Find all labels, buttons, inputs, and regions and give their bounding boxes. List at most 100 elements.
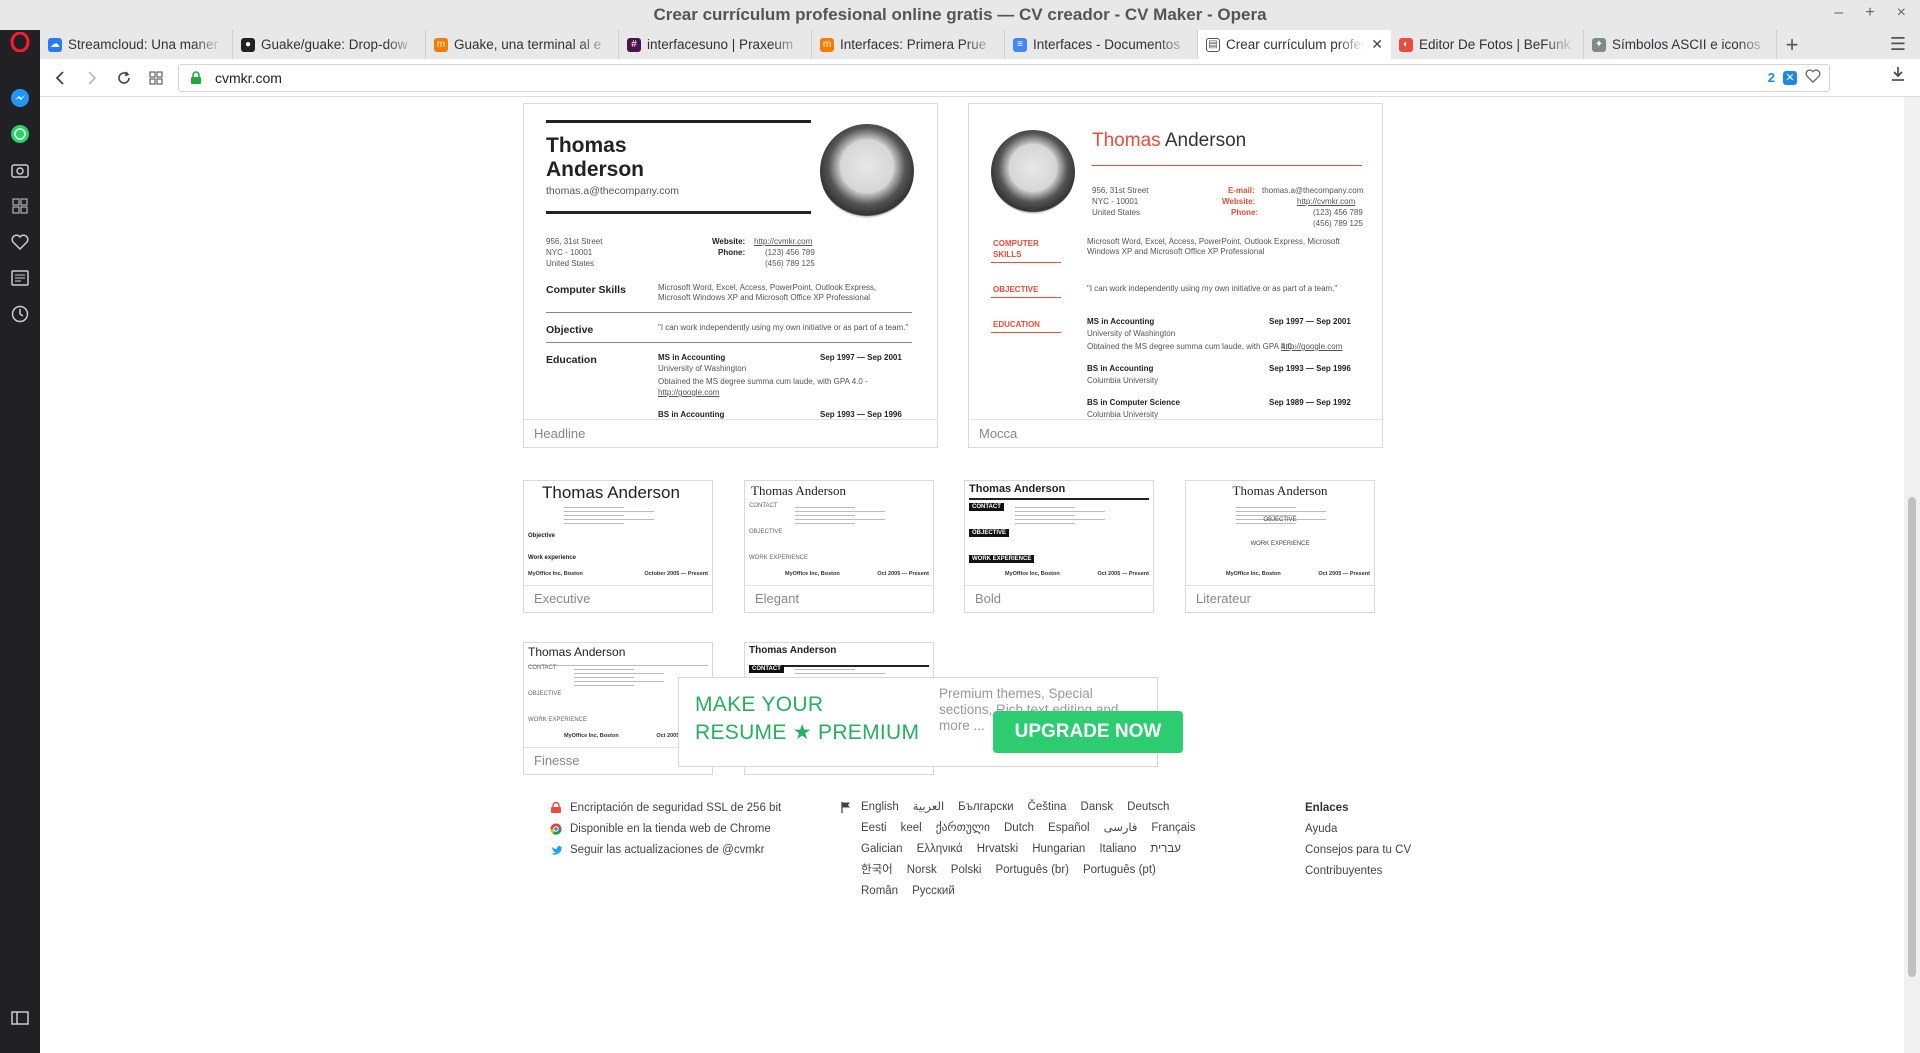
upgrade-now-button[interactable]: UPGRADE NOW xyxy=(993,711,1183,753)
heart-icon[interactable] xyxy=(8,230,32,254)
close-tab-icon[interactable]: ✕ xyxy=(1371,36,1383,53)
speed-dial-icon[interactable] xyxy=(8,194,32,218)
template-section-label: CONTACT xyxy=(749,665,784,673)
footer-link[interactable]: Contribuyentes xyxy=(1305,860,1411,881)
template-section-label: WORK EXPERIENCE xyxy=(749,555,809,561)
template-card-executive[interactable]: Thomas Anderson Objective Work experience M… xyxy=(523,480,713,613)
browser-tab[interactable]: ≡ Interfaces - Documentos xyxy=(1005,30,1198,59)
language-link[interactable]: keel xyxy=(901,818,922,839)
footer-info-item[interactable]: Seguir las actualizaciones de @cvmkr xyxy=(550,839,781,860)
language-link[interactable]: Hrvatski xyxy=(977,839,1019,860)
maximize-icon[interactable]: + xyxy=(1865,4,1874,22)
minimize-icon[interactable]: – xyxy=(1834,4,1843,22)
camera-icon[interactable] xyxy=(8,158,32,182)
browser-tab[interactable]: ☁ Streamcloud: Una maner xyxy=(40,30,233,59)
template-card-elegant[interactable]: Thomas Anderson CONTACT OBJECTIVE WORK EXPE… xyxy=(744,480,934,613)
tab-label: Editor De Fotos | BeFunk xyxy=(1419,37,1571,52)
opera-logo-icon[interactable] xyxy=(8,30,32,54)
template-preview: Thomas Anderson CONTACT OBJECTIVE WORK EXPE… xyxy=(965,481,1153,585)
page-scrollbar[interactable] xyxy=(1904,97,1920,1053)
language-link[interactable]: Deutsch xyxy=(1127,797,1169,818)
messenger-icon[interactable] xyxy=(8,86,32,110)
browser-tab[interactable]: m Guake, una terminal al e xyxy=(426,30,619,59)
language-link[interactable]: Polski xyxy=(951,860,982,881)
tab-menu-icon[interactable]: ☰ xyxy=(1890,34,1906,55)
template-work-date: Oct 2005 — Present xyxy=(1097,571,1149,577)
forward-icon[interactable] xyxy=(76,62,108,94)
footer-link[interactable]: Ayuda xyxy=(1305,818,1411,839)
template-section-label: OBJECTIVE xyxy=(528,691,562,697)
cv-degree-note: Obtained the MS degree summa cum laude, … xyxy=(1087,342,1297,351)
browser-tab[interactable]: ▤ Crear currículum profesi ✕ xyxy=(1198,30,1391,59)
news-icon[interactable] xyxy=(8,266,32,290)
language-link[interactable]: Eesti xyxy=(861,818,887,839)
language-link[interactable]: Galician xyxy=(861,839,903,860)
language-link[interactable]: العربية xyxy=(913,797,944,818)
language-link[interactable]: Português (pt) xyxy=(1083,860,1156,881)
language-link[interactable]: Português (br) xyxy=(995,860,1069,881)
cv-email: thomas.a@thecompany.com xyxy=(1262,186,1364,195)
language-link[interactable]: Hungarian xyxy=(1032,839,1085,860)
browser-tab[interactable]: ◐ Editor De Fotos | BeFunk xyxy=(1391,30,1584,59)
url-field[interactable]: cvmkr.com 2 ✕ xyxy=(178,64,1830,92)
sidebar-toggle-icon[interactable] xyxy=(8,1006,32,1030)
flag-icon xyxy=(841,802,851,816)
cv-email-label: E-mail: xyxy=(1228,186,1255,195)
template-name[interactable]: Executive xyxy=(534,591,590,606)
cv-school: University of Washington xyxy=(658,364,747,373)
footer-link[interactable]: Consejos para tu CV xyxy=(1305,839,1411,860)
footer-info-item[interactable]: Disponible en la tienda web de Chrome xyxy=(550,818,781,839)
cv-phone-label: Phone: xyxy=(718,248,746,257)
template-section-label: CONTACT xyxy=(528,665,557,671)
whatsapp-icon[interactable] xyxy=(8,122,32,146)
language-link[interactable]: Čeština xyxy=(1028,797,1067,818)
language-link[interactable]: Български xyxy=(958,797,1013,818)
template-heading: Thomas Anderson xyxy=(528,645,626,659)
language-link[interactable]: ქართული xyxy=(936,818,990,839)
template-card-headline[interactable]: Thomas Anderson thomas.a@thecompany.com … xyxy=(523,103,938,448)
download-icon[interactable] xyxy=(1890,66,1906,87)
language-link[interactable]: Ελληνικά xyxy=(917,839,963,860)
language-link[interactable]: Русский xyxy=(912,881,955,902)
browser-tab[interactable]: m Interfaces: Primera Prue xyxy=(812,30,1005,59)
bookmark-heart-icon[interactable] xyxy=(1805,69,1821,86)
template-name[interactable]: Literateur xyxy=(1196,591,1251,606)
browser-tab[interactable]: # interfacesuno | Praxeum xyxy=(619,30,812,59)
footer-info-text[interactable]: Disponible en la tienda web de Chrome xyxy=(570,823,771,835)
template-section-label: Work experience xyxy=(528,555,576,561)
template-name[interactable]: Headline xyxy=(534,426,585,441)
template-card-mocca[interactable]: Thomas Anderson 956, 31st Street NYC - 1… xyxy=(968,103,1383,448)
language-link[interactable]: Italiano xyxy=(1099,839,1136,860)
language-link[interactable]: עברית xyxy=(1150,839,1180,860)
language-link[interactable]: Français xyxy=(1151,818,1195,839)
browser-tab[interactable]: ✦ Símbolos ASCII e iconos xyxy=(1584,30,1777,59)
template-card-literateur[interactable]: Thomas Anderson OBJECTIVE WORK EXPERIENCE M… xyxy=(1185,480,1375,613)
language-link[interactable]: فارسی xyxy=(1104,818,1138,839)
new-tab-button[interactable]: + xyxy=(1777,30,1807,59)
close-window-icon[interactable]: × xyxy=(1897,4,1906,22)
cv-school: Columbia University xyxy=(1087,376,1159,385)
template-card-bold[interactable]: Thomas Anderson CONTACT OBJECTIVE WORK EXPE… xyxy=(964,480,1154,613)
language-link[interactable]: Dutch xyxy=(1004,818,1034,839)
browser-tab[interactable]: ● Guake/guake: Drop-dow xyxy=(233,30,426,59)
template-section-label: OBJECTIVE xyxy=(969,529,1010,537)
template-name[interactable]: Elegant xyxy=(755,591,799,606)
adblock-icon[interactable]: ✕ xyxy=(1783,70,1797,85)
template-name[interactable]: Finesse xyxy=(534,753,580,768)
language-link[interactable]: Dansk xyxy=(1081,797,1114,818)
cv-last-name: Anderson xyxy=(546,158,645,181)
url-text[interactable]: cvmkr.com xyxy=(215,70,282,86)
language-link[interactable]: Norsk xyxy=(907,860,937,881)
scrollbar-thumb[interactable] xyxy=(1908,497,1916,977)
back-icon[interactable] xyxy=(44,62,76,94)
template-name[interactable]: Mocca xyxy=(979,426,1017,441)
reload-icon[interactable] xyxy=(108,62,140,94)
language-link[interactable]: English xyxy=(861,797,899,818)
footer-info-text[interactable]: Seguir las actualizaciones de @cvmkr xyxy=(570,844,764,856)
history-icon[interactable] xyxy=(8,302,32,326)
tab-grid-icon[interactable] xyxy=(140,62,172,94)
language-link[interactable]: 한국어 xyxy=(861,860,893,881)
template-name[interactable]: Bold xyxy=(975,591,1001,606)
language-link[interactable]: Român xyxy=(861,881,898,902)
language-link[interactable]: Español xyxy=(1048,818,1090,839)
